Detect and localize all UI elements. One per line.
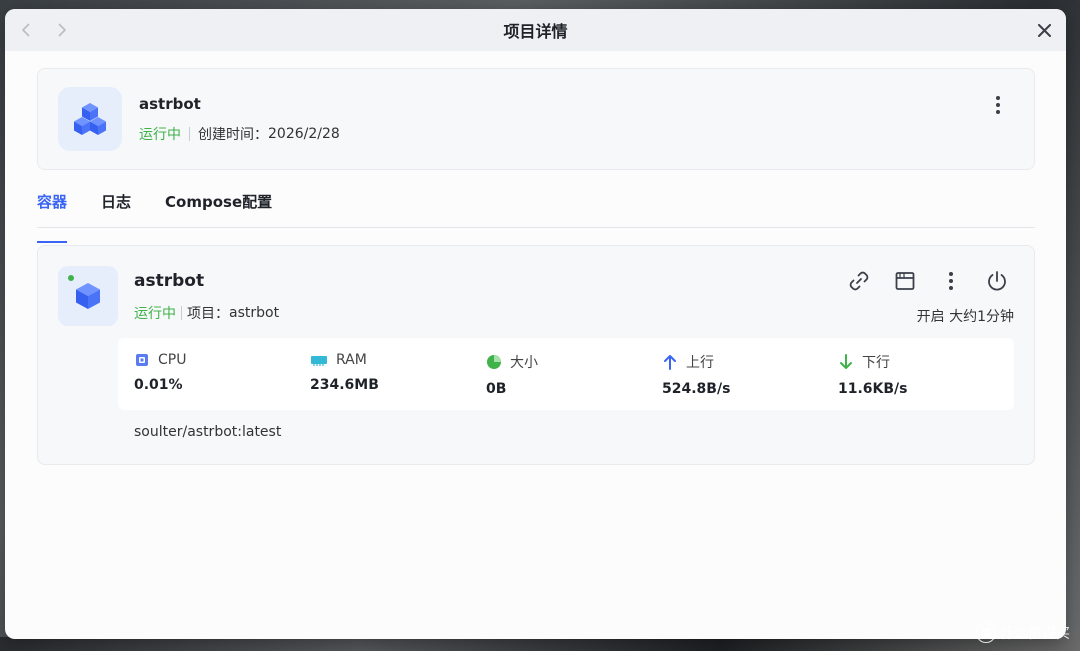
container-card: astrbot 运行中 项目： astrbot 开启 大约1分钟 CPU 0.0… — [37, 245, 1035, 465]
project-more-button[interactable] — [988, 95, 1008, 115]
tab-logs[interactable]: 日志 — [101, 194, 131, 227]
container-status: 运行中 — [134, 306, 176, 322]
stat-value: 524.8B/s — [662, 381, 731, 397]
power-button[interactable] — [984, 268, 1010, 294]
container-stats: CPU 0.01% RAM 234.6MB 大小 0B 上行 524.8B/s … — [118, 338, 1014, 410]
container-project-label: 项目： — [187, 306, 229, 322]
tab-containers[interactable]: 容器 — [37, 194, 68, 243]
terminal-button[interactable] — [892, 268, 918, 294]
pie-chart-icon — [487, 355, 501, 369]
stat-value: 234.6MB — [310, 377, 379, 393]
project-card: astrbot 运行中 创建时间： 2026/2/28 — [37, 68, 1035, 170]
container-meta: 运行中 项目： astrbot — [134, 303, 279, 323]
watermark: 值 什么值得买 — [976, 623, 1070, 643]
title-bar: 项目详情 — [5, 9, 1066, 51]
terminal-window-icon — [895, 272, 915, 290]
forward-button[interactable] — [53, 21, 71, 39]
watermark-text: 什么值得买 — [1000, 626, 1070, 642]
container-uptime: 开启 大约1分钟 — [916, 309, 1014, 325]
project-status: 运行中 — [139, 126, 181, 143]
divider — [189, 126, 190, 141]
ram-icon — [311, 356, 327, 366]
stat-value: 11.6KB/s — [838, 381, 908, 397]
nav-buttons — [17, 9, 71, 51]
link-icon — [849, 271, 869, 291]
project-logo — [58, 87, 122, 151]
container-more-button[interactable] — [938, 268, 964, 294]
container-name: astrbot — [134, 271, 205, 291]
more-vertical-icon — [996, 96, 1000, 100]
close-button[interactable] — [1034, 20, 1054, 40]
arrow-down-icon — [840, 354, 852, 369]
stat-size: 大小 0B — [486, 338, 662, 410]
project-detail-window: 项目详情 astrbot 运行中 创建时间： 2026/2/28 容器 日志 C… — [5, 9, 1066, 639]
power-icon — [988, 271, 1006, 291]
stat-label: 上行 — [686, 355, 714, 371]
tab-compose-config[interactable]: Compose配置 — [165, 194, 272, 227]
stat-label: 大小 — [510, 355, 538, 371]
container-logo — [58, 266, 118, 326]
window-title: 项目详情 — [503, 22, 568, 41]
arrow-up-icon — [664, 355, 676, 370]
container-actions — [846, 268, 1010, 294]
project-name: astrbot — [139, 94, 201, 113]
created-label: 创建时间： — [198, 126, 268, 143]
chevron-right-icon — [58, 23, 67, 37]
chevron-left-icon — [21, 23, 30, 37]
stat-cpu: CPU 0.01% — [134, 338, 310, 410]
cpu-icon — [136, 354, 148, 366]
link-button[interactable] — [846, 268, 872, 294]
stat-label: 下行 — [862, 355, 890, 371]
stat-label: CPU — [158, 352, 187, 368]
container-project-value: astrbot — [229, 305, 280, 321]
more-vertical-icon — [949, 272, 953, 290]
cube-icon — [76, 283, 100, 309]
stat-value: 0.01% — [134, 377, 183, 393]
project-meta: 运行中 创建时间： 2026/2/28 — [139, 124, 340, 144]
stat-download: 下行 11.6KB/s — [838, 338, 1014, 410]
stat-value: 0B — [486, 381, 507, 397]
running-indicator — [68, 275, 74, 281]
cubes-icon — [74, 103, 106, 135]
tab-bar: 容器 日志 Compose配置 — [37, 194, 1035, 243]
divider — [181, 306, 182, 320]
container-image: soulter/astrbot:latest — [134, 424, 282, 440]
created-value: 2026/2/28 — [268, 125, 340, 142]
stat-upload: 上行 524.8B/s — [662, 338, 838, 410]
stat-label: RAM — [336, 352, 367, 368]
watermark-badge: 值 — [976, 623, 996, 643]
close-icon — [1037, 23, 1051, 37]
back-button[interactable] — [17, 21, 35, 39]
desktop-background-strip — [0, 637, 1080, 651]
stat-ram: RAM 234.6MB — [310, 338, 486, 410]
